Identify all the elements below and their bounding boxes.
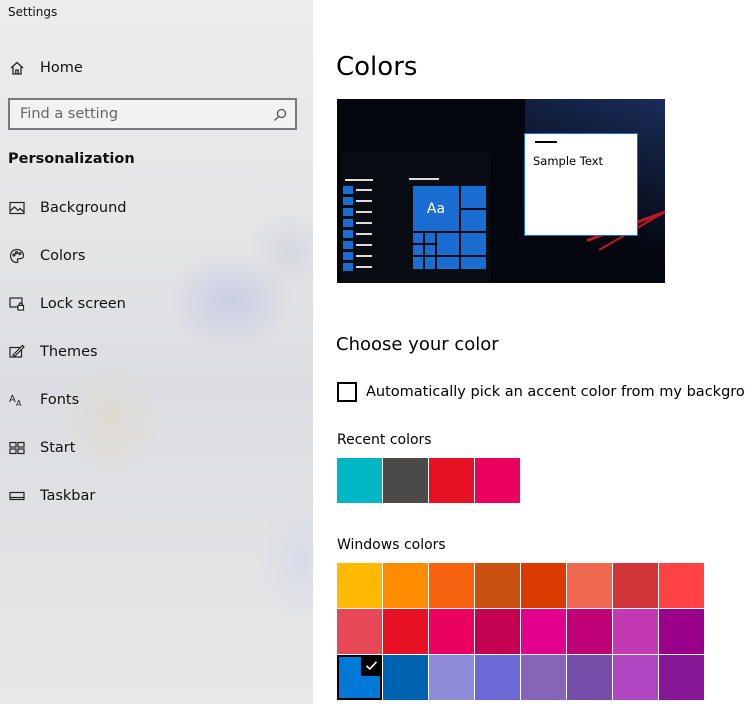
recent-color-swatch[interactable]	[429, 458, 474, 503]
choose-color-heading: Choose your color	[336, 334, 499, 355]
windows-color-swatch[interactable]	[337, 655, 382, 700]
sidebar-item-taskbar[interactable]: Taskbar	[0, 476, 313, 516]
preview-sample-text: Sample Text	[533, 154, 604, 168]
preview-window-titlebar	[535, 141, 557, 143]
windows-color-swatch[interactable]	[567, 609, 612, 654]
windows-color-swatch[interactable]	[475, 563, 520, 608]
checkmark-icon	[361, 655, 382, 676]
auto-accent-checkbox[interactable]	[337, 382, 357, 402]
sidebar-item-label: Fonts	[40, 392, 80, 408]
recent-color-swatch[interactable]	[383, 458, 428, 503]
preview-tile	[424, 244, 436, 256]
preview-tile-text: Aa	[426, 200, 446, 217]
windows-color-swatch[interactable]	[613, 609, 658, 654]
sidebar-item-background[interactable]: Background	[0, 188, 313, 228]
home-icon	[8, 59, 26, 77]
auto-accent-option[interactable]: Automatically pick an accent color from …	[337, 382, 746, 402]
color-preview: Aa Sample Text	[337, 99, 665, 283]
windows-color-swatch[interactable]	[337, 563, 382, 608]
preview-tile	[424, 232, 436, 244]
sidebar-item-fonts[interactable]: A A Fonts	[0, 380, 313, 420]
sidebar: Settings Home Personalization Background	[0, 0, 313, 704]
search-icon[interactable]	[273, 107, 287, 126]
preview-tile	[412, 256, 424, 270]
main-content: Colors Aa Sample Text Choose your color …	[313, 0, 746, 704]
window-title: Settings	[8, 5, 58, 19]
windows-color-swatch[interactable]	[337, 609, 382, 654]
windows-color-swatch[interactable]	[429, 655, 474, 700]
lock-screen-icon	[8, 295, 26, 313]
preview-app-list	[343, 179, 373, 275]
sidebar-item-home[interactable]: Home	[0, 48, 313, 88]
recent-colors-heading: Recent colors	[337, 432, 432, 448]
windows-color-swatch[interactable]	[659, 609, 704, 654]
preview-tile	[460, 185, 487, 209]
preview-tile	[424, 256, 436, 270]
windows-color-swatch[interactable]	[383, 655, 428, 700]
taskbar-icon	[8, 487, 26, 505]
preview-tile-large: Aa	[412, 185, 460, 232]
svg-text:A: A	[9, 394, 16, 405]
windows-color-swatch[interactable]	[429, 609, 474, 654]
preview-tile	[412, 244, 424, 256]
preview-tile	[412, 232, 424, 244]
windows-color-swatch[interactable]	[567, 655, 612, 700]
sidebar-item-colors[interactable]: Colors	[0, 236, 313, 276]
start-icon	[8, 439, 26, 457]
sidebar-item-lock-screen[interactable]: Lock screen	[0, 284, 313, 324]
windows-color-swatch[interactable]	[521, 655, 566, 700]
windows-color-swatch[interactable]	[475, 655, 520, 700]
svg-text:A: A	[16, 399, 22, 407]
palette-icon	[8, 247, 26, 265]
recent-color-swatch[interactable]	[337, 458, 382, 503]
sidebar-item-label: Colors	[40, 248, 86, 264]
windows-color-swatch[interactable]	[383, 563, 428, 608]
sidebar-item-label: Start	[40, 440, 76, 456]
windows-colors-heading: Windows colors	[337, 537, 446, 553]
sidebar-item-label: Themes	[40, 344, 98, 360]
sidebar-item-label: Lock screen	[40, 296, 126, 312]
windows-color-swatch[interactable]	[659, 563, 704, 608]
preview-tiles-header	[409, 178, 439, 180]
windows-color-swatch[interactable]	[429, 563, 474, 608]
sidebar-item-label: Home	[40, 60, 83, 76]
windows-color-swatch[interactable]	[383, 609, 428, 654]
picture-icon	[8, 199, 26, 217]
sidebar-item-label: Taskbar	[40, 488, 96, 504]
windows-color-swatch[interactable]	[567, 563, 612, 608]
preview-tile	[460, 256, 487, 270]
preview-tile	[460, 232, 487, 256]
sidebar-item-themes[interactable]: Themes	[0, 332, 313, 372]
brush-icon	[8, 343, 26, 361]
section-heading: Personalization	[8, 151, 135, 167]
auto-accent-label[interactable]: Automatically pick an accent color from …	[366, 384, 746, 400]
search-input[interactable]	[10, 100, 260, 128]
windows-color-swatch[interactable]	[521, 609, 566, 654]
fonts-icon: A A	[8, 391, 26, 409]
sidebar-item-label: Background	[40, 200, 127, 216]
windows-color-swatch[interactable]	[613, 563, 658, 608]
preview-tile	[436, 232, 460, 256]
preview-sample-window: Sample Text	[524, 133, 638, 236]
windows-color-swatch[interactable]	[659, 655, 704, 700]
recent-color-swatch[interactable]	[475, 458, 520, 503]
search-box	[8, 98, 297, 130]
preview-tile	[436, 256, 460, 270]
page-title: Colors	[336, 52, 418, 82]
windows-color-swatch[interactable]	[521, 563, 566, 608]
windows-color-swatch[interactable]	[613, 655, 658, 700]
sidebar-item-start[interactable]: Start	[0, 428, 313, 468]
preview-tile	[460, 209, 487, 232]
windows-color-swatch[interactable]	[475, 609, 520, 654]
